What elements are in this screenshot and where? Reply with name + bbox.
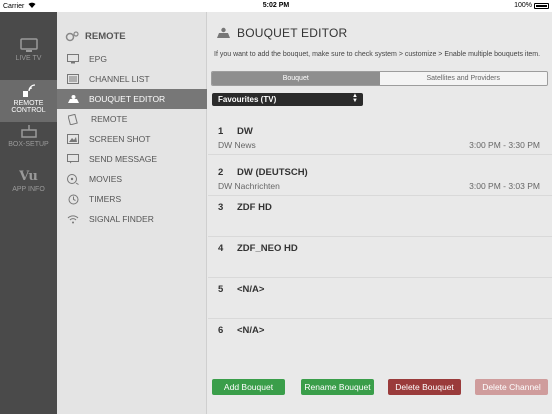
menu-header-label: REMOTE	[85, 31, 126, 42]
channel-name: DW (DEUTSCH)	[237, 167, 308, 178]
channel-event-time: 3:00 PM - 3:03 PM	[469, 181, 540, 191]
channel-name: <N/A>	[237, 325, 265, 336]
menu-item-channel-list[interactable]: CHANNEL LIST	[57, 69, 207, 89]
table-row[interactable]: 6 <N/A>	[208, 319, 552, 360]
message-icon	[66, 153, 80, 165]
clock: 5:02 PM	[262, 2, 290, 9]
rail-label: LIVE TV	[15, 55, 42, 62]
menu-item-send-message[interactable]: SEND MESSAGE	[57, 149, 207, 169]
battery-percent: 100%	[514, 2, 532, 9]
menu-header: REMOTE	[65, 31, 126, 42]
table-row[interactable]: 3 ZDF HD	[208, 196, 552, 237]
table-row[interactable]: 5 <N/A>	[208, 278, 552, 319]
rail-label: APP INFO	[12, 186, 45, 193]
channel-name: DW	[237, 126, 253, 137]
tv-icon	[19, 38, 38, 52]
gear-icon	[65, 31, 79, 42]
channel-number: 6	[218, 325, 224, 336]
channel-number: 1	[218, 126, 224, 137]
rail-label-line1: REMOTE	[13, 100, 44, 107]
remote-menu: REMOTE EPG CHANNEL LIST BOUQUET EDITOR R…	[57, 12, 207, 414]
bouquet-select-value: Favourites (TV)	[218, 95, 277, 104]
battery-status: 100%	[514, 2, 549, 9]
tab-bouquet[interactable]: Bouquet	[212, 72, 380, 85]
bouquet-editor-panel: BOUQUET EDITOR If you want to add the bo…	[208, 12, 552, 414]
remote-icon	[22, 84, 35, 97]
tab-satellites-and-providers[interactable]: Satellites and Providers	[379, 72, 547, 85]
menu-item-timers[interactable]: TIMERS	[57, 189, 207, 209]
delete-bouquet-button[interactable]: Delete Bouquet	[388, 379, 461, 395]
menu-item-bouquet-editor[interactable]: BOUQUET EDITOR	[57, 89, 207, 109]
channel-name: ZDF HD	[237, 202, 272, 213]
rail-item-app-info[interactable]: Vu APP INFO	[0, 169, 57, 193]
table-row[interactable]: 2 DW (DEUTSCH) DW Nachrichten 3:00 PM - …	[208, 155, 552, 196]
menu-item-epg[interactable]: EPG	[57, 49, 207, 69]
rail-label-line2: CONTROL	[11, 107, 46, 114]
movies-icon	[66, 173, 80, 185]
box-icon	[20, 125, 37, 138]
table-row[interactable]: 4 ZDF_NEO HD	[208, 237, 552, 278]
bouquet-select[interactable]: Favourites (TV) ▲ ▼	[212, 93, 363, 106]
menu-item-label: SEND MESSAGE	[89, 154, 158, 164]
description-text: If you want to add the bouquet, make sur…	[214, 51, 541, 58]
channel-number: 2	[218, 167, 224, 178]
add-bouquet-button[interactable]: Add Bouquet	[212, 379, 285, 395]
channel-event-time: 3:00 PM - 3:30 PM	[469, 140, 540, 150]
wifi-icon	[66, 213, 80, 225]
view-segmented-control: Bouquet Satellites and Providers	[211, 71, 548, 86]
clock-icon	[66, 193, 80, 205]
menu-item-label: SCREEN SHOT	[89, 134, 151, 144]
menu-item-label: CHANNEL LIST	[89, 74, 150, 84]
status-bar: Carrier 5:02 PM 100%	[0, 0, 552, 12]
channel-name: ZDF_NEO HD	[237, 243, 298, 254]
menu-item-label: BOUQUET EDITOR	[89, 94, 166, 104]
channel-number: 4	[218, 243, 224, 254]
rename-bouquet-button[interactable]: Rename Bouquet	[301, 379, 374, 395]
rail-label: BOX-SETUP	[8, 141, 49, 148]
menu-item-label: SIGNAL FINDER	[89, 214, 154, 224]
channel-number: 5	[218, 284, 224, 295]
delete-channel-button[interactable]: Delete Channel	[475, 379, 548, 395]
menu-item-signal-finder[interactable]: SIGNAL FINDER	[57, 209, 207, 229]
monitor-icon	[66, 53, 80, 65]
page-title: BOUQUET EDITOR	[237, 26, 348, 40]
channel-name: <N/A>	[237, 284, 265, 295]
app-rail: LIVE TV REMOTE CONTROL BOX-SETUP Vu APP …	[0, 12, 57, 414]
menu-item-label: TIMERS	[89, 194, 122, 204]
menu-item-label: REMOTE	[91, 114, 128, 124]
menu-item-movies[interactable]: MOVIES	[57, 169, 207, 189]
select-arrows-icon: ▲ ▼	[352, 93, 358, 104]
battery-icon	[534, 2, 549, 9]
menu-item-label: EPG	[89, 54, 107, 64]
bouquet-title-icon	[217, 27, 230, 38]
channel-event: DW Nachrichten	[218, 181, 280, 191]
screenshot-icon	[66, 133, 80, 145]
remote-small-icon	[66, 113, 80, 125]
table-row[interactable]: 1 DW DW News 3:00 PM - 3:30 PM	[208, 114, 552, 155]
menu-item-remote[interactable]: REMOTE	[57, 109, 207, 129]
vu-logo-icon: Vu	[19, 169, 38, 184]
page-title-row: BOUQUET EDITOR	[216, 26, 347, 40]
rail-item-live-tv[interactable]: LIVE TV	[0, 38, 57, 62]
rail-item-box-setup[interactable]: BOX-SETUP	[0, 124, 57, 148]
menu-item-screen-shot[interactable]: SCREEN SHOT	[57, 129, 207, 149]
rail-item-remote-control[interactable]: REMOTE CONTROL	[0, 80, 57, 122]
bouquet-icon	[66, 93, 80, 105]
menu-item-label: MOVIES	[89, 174, 123, 184]
channel-event: DW News	[218, 140, 256, 150]
list-icon	[66, 73, 80, 85]
channel-number: 3	[218, 202, 224, 213]
